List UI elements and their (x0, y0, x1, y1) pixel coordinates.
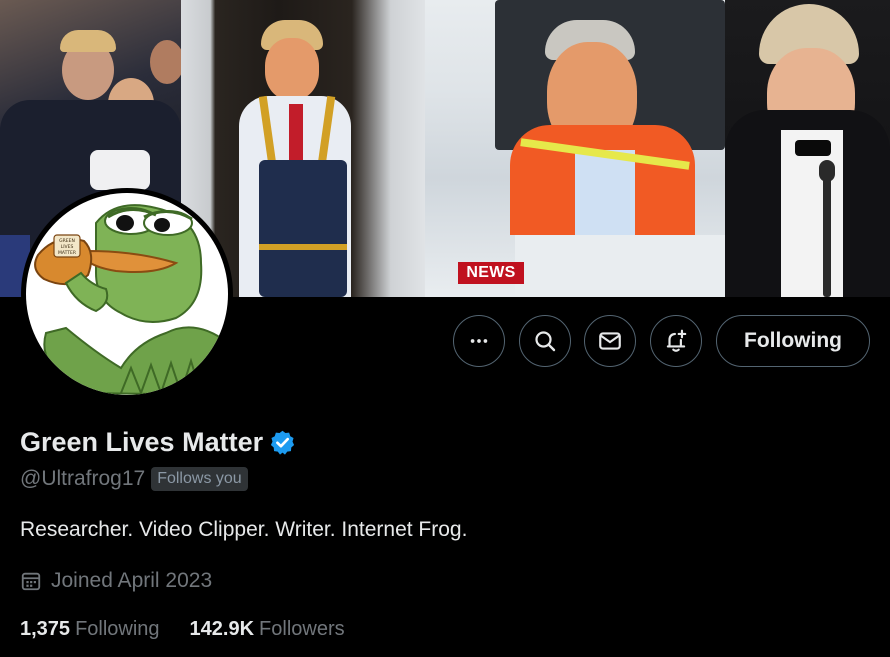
handle-row: @Ultrafrog17 Follows you (20, 465, 248, 493)
cup-text-line3: MATTER (58, 250, 76, 256)
notify-button[interactable] (650, 315, 702, 367)
joined-row: Joined April 2023 (20, 566, 212, 596)
more-button[interactable] (453, 315, 505, 367)
banner-panel-tuxedo (725, 0, 890, 297)
calendar-icon (21, 572, 41, 591)
name-row: Green Lives Matter (20, 424, 296, 460)
search-icon (535, 331, 556, 352)
following-label: Following (75, 617, 160, 640)
banner-panel-truck (425, 0, 725, 297)
following-count: 1,375 (20, 617, 71, 640)
avatar[interactable]: GREEN LIVES MATTER (21, 188, 233, 400)
following-button[interactable]: Following (716, 315, 870, 367)
avatar-image: GREEN LIVES MATTER (26, 193, 228, 395)
joined-date: Joined April 2023 (51, 569, 213, 592)
envelope-icon (599, 332, 621, 350)
bell-plus-icon (666, 329, 687, 352)
search-profile-button[interactable] (519, 315, 571, 367)
bio: Researcher. Video Clipper. Writer. Inter… (20, 518, 468, 541)
followers-count: 142.9K (189, 617, 255, 640)
cup-text-line1: GREEN (59, 238, 75, 244)
cup-text-line2: LIVES (61, 244, 74, 250)
verified-badge-icon[interactable] (269, 429, 296, 456)
profile-page: NEWS GREEN LIVES MATTER Following Green … (0, 0, 890, 657)
follows-you-badge: Follows you (151, 467, 248, 491)
news-tag: NEWS (458, 262, 524, 284)
message-button[interactable] (584, 315, 636, 367)
followers-stat-link[interactable]: 142.9K Followers (190, 618, 345, 641)
followers-label: Followers (259, 617, 345, 640)
display-name: Green Lives Matter (20, 426, 264, 457)
frog-drinking-tea-icon: GREEN LIVES MATTER (34, 204, 228, 395)
more-horizontal-icon (470, 339, 488, 343)
follow-stats: 1,375 Following 142.9K Followers (20, 615, 375, 643)
handle: @Ultrafrog17 (20, 467, 146, 490)
following-stat-link[interactable]: 1,375 Following (20, 618, 160, 641)
